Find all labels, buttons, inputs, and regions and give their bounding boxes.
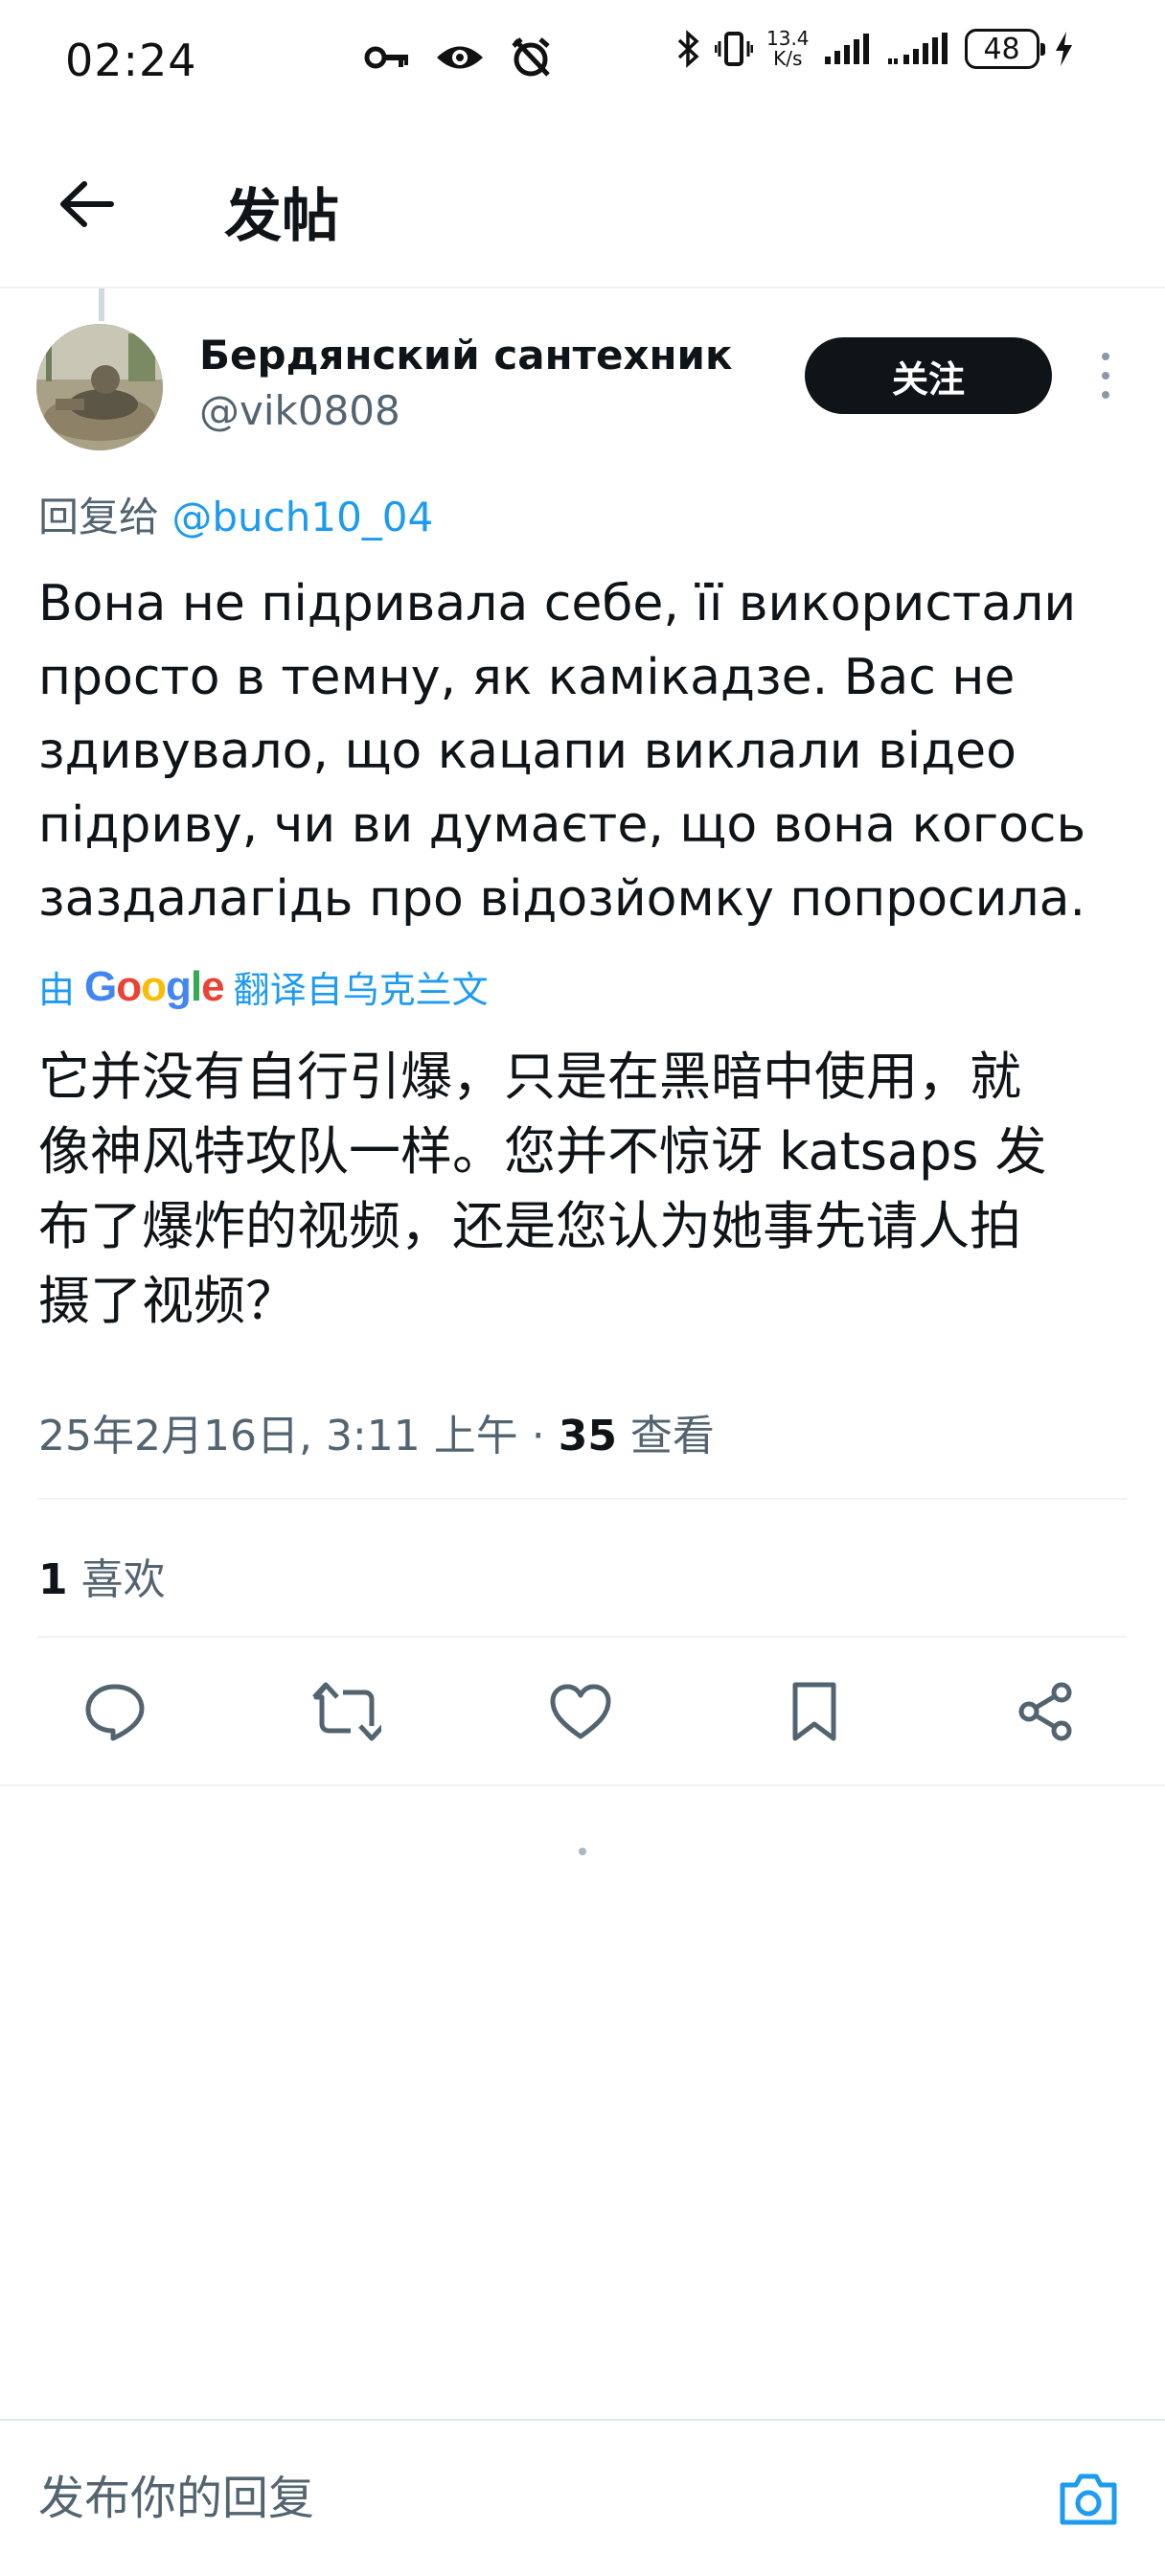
arrow-left-icon (60, 181, 114, 227)
camera-button[interactable] (1054, 2465, 1123, 2534)
eye-icon (437, 46, 483, 69)
comment-icon (85, 1684, 145, 1741)
author-name[interactable]: Бердянский сантехник (199, 332, 732, 379)
follow-button[interactable]: 关注 (805, 337, 1052, 414)
status-icons-right: 13.4 K/s 48 (676, 29, 1074, 69)
camera-icon (1060, 2473, 1117, 2525)
back-button[interactable] (52, 170, 121, 239)
action-bar (0, 1641, 1165, 1784)
translation-prefix: 由 (38, 969, 76, 1011)
reply-input[interactable] (38, 2465, 1016, 2532)
status-icons-left (364, 36, 552, 79)
translation-attribution[interactable]: 由 Google 翻译自乌克兰文 (38, 960, 489, 1013)
like-button[interactable] (544, 1675, 617, 1748)
reply-to-line: 回复给 @buch10_04 (38, 485, 433, 543)
status-bar: 02:24 13.4 K/s 48 (0, 0, 1165, 120)
repost-icon (312, 1682, 381, 1741)
network-speed-value: 13.4 (766, 27, 810, 50)
post-text: Вона не підривала себе, її використали п… (38, 575, 1086, 928)
repost-button[interactable] (310, 1675, 383, 1748)
author-handle[interactable]: @vik0808 (199, 387, 400, 434)
avatar[interactable] (36, 324, 163, 450)
alarm-off-icon (512, 37, 550, 77)
more-dot (1102, 372, 1109, 380)
likes-count: 1 (38, 1555, 68, 1604)
bluetooth-icon (677, 30, 699, 68)
reply-to-prefix: 回复给 (38, 494, 160, 540)
reply-to-handle[interactable]: @buch10_04 (171, 494, 433, 540)
bookmark-icon (792, 1682, 836, 1741)
divider (0, 1784, 1165, 1786)
thread-connector-line (99, 288, 104, 321)
battery-indicator: 48 (964, 29, 1045, 69)
share-button[interactable] (1010, 1675, 1083, 1748)
views-count: 35 (558, 1412, 617, 1460)
signal-icon (887, 33, 948, 64)
likes-label: 喜欢 (67, 1555, 166, 1604)
status-time: 02:24 (65, 34, 197, 86)
views-label: 查看 (616, 1412, 715, 1460)
reply-composer (0, 2419, 1165, 2576)
google-logo: Google (84, 962, 225, 1010)
post-meta: 25年2月16日, 3:11 上午 · 35 查看 (38, 1401, 715, 1462)
network-speed-unit: K/s (773, 47, 803, 70)
share-icon (1018, 1682, 1072, 1741)
reply-button[interactable] (79, 1675, 151, 1748)
key-icon (364, 46, 408, 69)
more-options-button[interactable] (1086, 353, 1125, 399)
charging-icon (1055, 32, 1072, 66)
avatar-image (36, 324, 163, 450)
post-timestamp[interactable]: 25年2月16日, 3:11 上午 · (38, 1412, 559, 1460)
battery-level: 48 (983, 32, 1020, 66)
page-title: 发帖 (224, 183, 339, 250)
more-dot (1102, 353, 1109, 360)
bookmark-button[interactable] (778, 1675, 851, 1748)
signal-icon (824, 34, 869, 64)
app-header: 发帖 (0, 120, 1165, 288)
likes-row[interactable]: 1 喜欢 (38, 1545, 166, 1606)
translated-text: 它并没有自行引爆，只是在黑暗中使用，就 像神风特攻队一样。您并不惊讶 katsa… (38, 1046, 1047, 1331)
divider (38, 1498, 1127, 1500)
more-dot (1102, 391, 1109, 399)
divider (38, 1636, 1127, 1638)
heart-icon (550, 1684, 611, 1739)
network-speed: 13.4 K/s (766, 29, 810, 69)
vibrate-icon (715, 32, 753, 66)
loading-indicator (579, 1848, 586, 1855)
translation-suffix: 翻译自乌克兰文 (233, 969, 489, 1011)
